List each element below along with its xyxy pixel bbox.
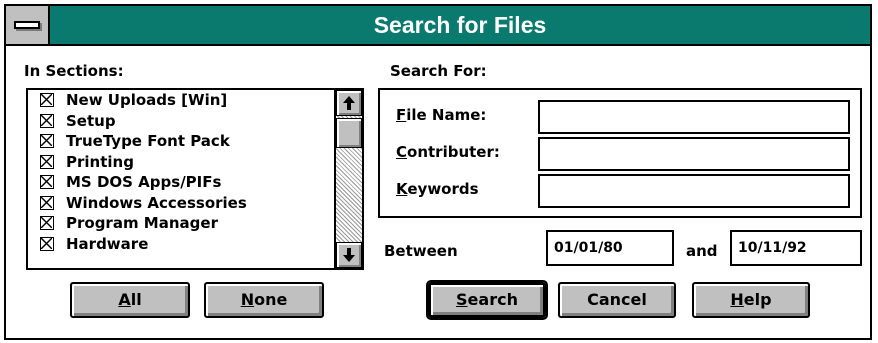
scroll-up-button[interactable] [336,90,362,116]
title-bar[interactable]: Search for Files [6,6,870,46]
system-menu-button[interactable] [6,6,50,44]
and-label: and [686,242,718,260]
between-label: Between [384,242,458,260]
list-item[interactable]: New Uploads [Win] [28,90,332,111]
checkbox-checked-icon[interactable] [40,134,54,148]
search-for-files-dialog: Search for Files In Sections: New Upload… [4,4,872,340]
list-item-label: Printing [66,152,134,171]
scroll-thumb[interactable] [336,118,362,148]
sections-label: In Sections: [24,62,124,80]
checkbox-checked-icon[interactable] [40,93,54,107]
all-button[interactable]: All [70,282,190,318]
search-for-label: Search For: [390,62,487,80]
date-from-input[interactable]: 01/01/80 [546,230,674,266]
date-to-input[interactable]: 10/11/92 [730,230,862,266]
cancel-button[interactable]: Cancel [558,282,676,318]
sections-listbox[interactable]: New Uploads [Win] Setup TrueType Font Pack… [26,88,364,270]
list-item[interactable]: TrueType Font Pack [28,131,332,152]
sections-scrollbar[interactable] [334,90,362,268]
contributer-label: Contributer: [396,143,500,161]
contributer-input[interactable] [538,137,850,171]
window-title: Search for Files [373,12,547,38]
checkbox-checked-icon[interactable] [40,113,54,128]
list-item-label: Windows Accessories [66,193,247,212]
checkbox-checked-icon[interactable] [40,175,54,189]
checkbox-checked-icon[interactable] [40,154,54,169]
help-button[interactable]: Help [692,282,810,318]
keywords-input[interactable] [538,174,850,208]
list-item-label: Program Manager [66,214,218,232]
search-button[interactable]: Search [426,280,548,320]
list-item-label: TrueType Font Pack [66,132,230,150]
list-item[interactable]: Windows Accessories [28,193,332,214]
system-menu-icon [14,21,40,29]
none-button[interactable]: None [204,282,324,318]
search-for-group: File Name: Contributer: Keywords [378,88,862,218]
list-item[interactable]: MS DOS Apps/PIFs [28,172,332,193]
arrow-down-icon [343,248,355,262]
checkbox-checked-icon[interactable] [40,216,54,230]
keywords-label: Keywords [396,180,479,198]
list-item[interactable]: Setup [28,111,332,132]
list-item-label: Hardware [66,234,149,253]
scroll-down-button[interactable] [336,242,362,268]
checkbox-checked-icon[interactable] [40,195,54,210]
list-item-label: MS DOS Apps/PIFs [66,173,222,191]
list-item-label: New Uploads [Win] [66,91,228,109]
list-item[interactable]: Printing [28,152,332,173]
checkbox-checked-icon[interactable] [40,236,54,251]
list-item[interactable]: Hardware [28,234,332,255]
arrow-up-icon [343,96,355,110]
list-item-label: Setup [66,111,116,130]
sections-list: New Uploads [Win] Setup TrueType Font Pack… [28,90,332,254]
list-item[interactable]: Program Manager [28,213,332,234]
file-name-input[interactable] [538,100,850,134]
file-name-label: File Name: [396,106,487,124]
